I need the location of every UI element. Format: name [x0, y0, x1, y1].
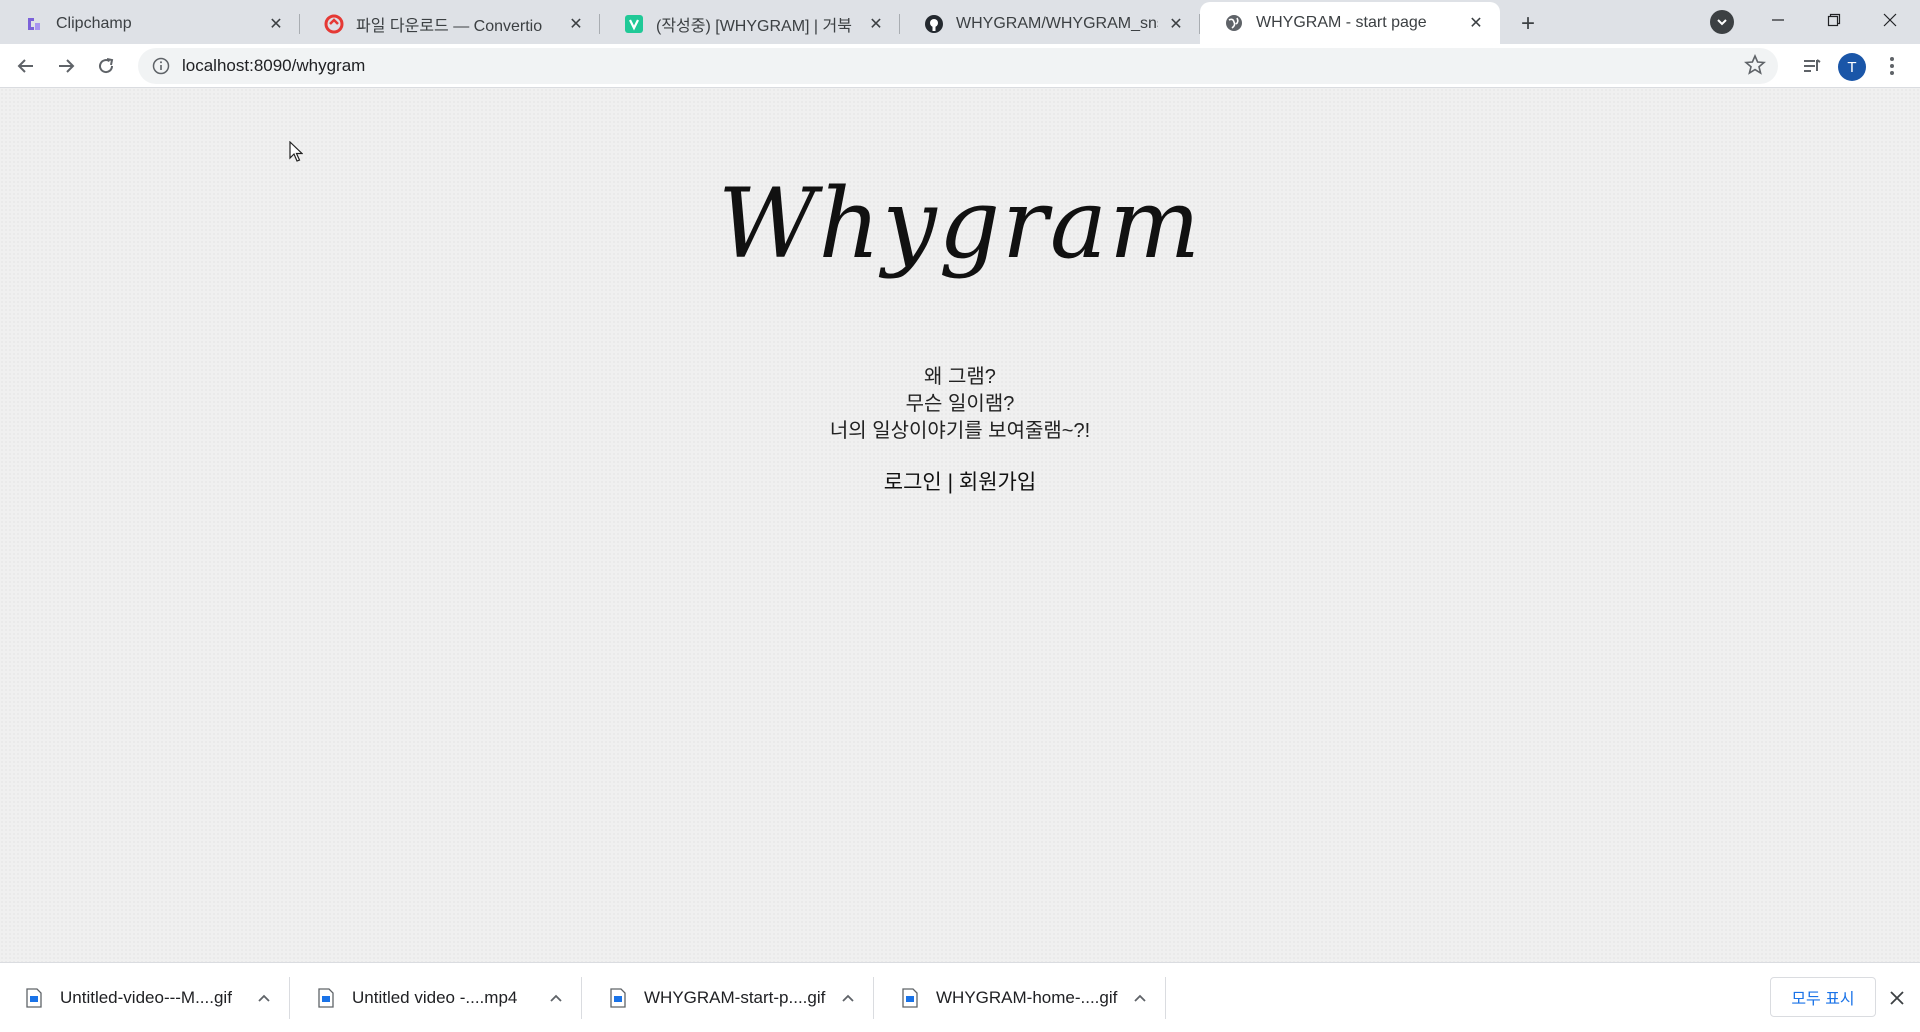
arrow-right-icon	[59, 59, 75, 73]
playlist-icon	[1804, 59, 1821, 72]
close-tab-icon[interactable]: ✕	[566, 14, 586, 34]
back-button[interactable]	[10, 50, 42, 82]
info-icon[interactable]	[152, 57, 170, 75]
signup-link[interactable]: 회원가입	[959, 471, 1036, 494]
file-icon	[26, 988, 42, 1008]
convertio-icon	[324, 14, 344, 34]
forward-button[interactable]	[50, 50, 82, 82]
tab-title: (작성중) [WHYGRAM] | 거북	[656, 18, 852, 35]
restore-icon	[1827, 13, 1841, 27]
download-filename: Untitled video -....mp4	[352, 988, 518, 1007]
restore-button[interactable]	[1806, 0, 1862, 40]
download-shelf: Untitled-video---M....gif Untitled video…	[0, 962, 1920, 1032]
chevron-up-icon[interactable]	[836, 986, 860, 1010]
show-all-downloads-button[interactable]: 모두 표시	[1770, 977, 1876, 1017]
browser-toolbar: localhost:8090/whygram T	[0, 44, 1920, 88]
tab-search-button[interactable]	[1710, 10, 1734, 34]
reload-button[interactable]	[90, 50, 122, 82]
download-item[interactable]: WHYGRAM-start-p....gif	[584, 971, 874, 1025]
close-tab-icon[interactable]: ✕	[266, 14, 286, 34]
download-filename: WHYGRAM-home-....gif	[936, 988, 1118, 1007]
globe-icon	[1224, 13, 1244, 33]
menu-button[interactable]	[1876, 50, 1908, 82]
link-divider: |	[947, 471, 954, 494]
intro-line: 너의 일상이야기를 보여줄램~?!	[829, 420, 1091, 442]
kebab-menu-icon	[1890, 57, 1894, 75]
minimize-button[interactable]	[1750, 0, 1806, 40]
chevron-down-icon	[1717, 19, 1727, 26]
tab-github[interactable]: WHYGRAM/WHYGRAM_sns ✕	[900, 4, 1200, 44]
plus-icon: +	[1520, 10, 1535, 37]
new-tab-button[interactable]: +	[1508, 4, 1548, 44]
intro-line: 왜 그램?	[924, 366, 996, 388]
chevron-up-icon[interactable]	[252, 986, 276, 1010]
minimize-icon	[1772, 19, 1784, 21]
mouse-cursor-icon	[289, 140, 304, 168]
tab-velog[interactable]: (작성중) [WHYGRAM] | 거북 ✕	[600, 4, 900, 44]
intro-text: 왜 그램? 무슨 일이램? 너의 일상이야기를 보여줄램~?!	[0, 364, 1920, 445]
file-icon	[610, 988, 626, 1008]
arrow-left-icon	[17, 59, 33, 73]
velog-icon	[624, 14, 644, 34]
whygram-logo: Whygram	[0, 168, 1920, 280]
close-tab-icon[interactable]: ✕	[1466, 13, 1486, 33]
chevron-up-icon[interactable]	[1128, 986, 1152, 1010]
tab-strip: Clipchamp ✕ 파일 다운로드 — Convertio ✕ (작성중) …	[0, 0, 1920, 44]
chevron-up-icon[interactable]	[544, 986, 568, 1010]
tab-title: 파일 다운로드 — Convertio	[356, 18, 543, 35]
github-icon	[924, 14, 944, 34]
download-item[interactable]: Untitled-video---M....gif	[0, 971, 290, 1025]
download-item[interactable]: Untitled video -....mp4	[292, 971, 582, 1025]
close-icon	[1883, 13, 1897, 27]
tab-whygram-start[interactable]: WHYGRAM - start page ✕	[1200, 2, 1500, 44]
tab-title: WHYGRAM/WHYGRAM_sns	[956, 15, 1158, 32]
clipchamp-icon	[24, 14, 44, 34]
url-text: localhost:8090/whygram	[182, 56, 366, 75]
close-download-shelf-button[interactable]	[1884, 985, 1910, 1011]
file-icon	[318, 988, 334, 1008]
tab-title: Clipchamp	[56, 15, 132, 32]
close-tab-icon[interactable]: ✕	[866, 14, 886, 34]
close-icon	[1890, 991, 1904, 1005]
page-content: Whygram 왜 그램? 무슨 일이램? 너의 일상이야기를 보여줄램~?! …	[0, 88, 1920, 962]
bookmark-star-icon[interactable]	[1744, 53, 1766, 81]
reload-icon	[99, 58, 114, 74]
download-filename: WHYGRAM-start-p....gif	[644, 988, 826, 1007]
tab-convertio[interactable]: 파일 다운로드 — Convertio ✕	[300, 4, 600, 44]
profile-avatar[interactable]: T	[1838, 53, 1866, 81]
logo-text: Whygram	[717, 168, 1203, 280]
close-window-button[interactable]	[1862, 0, 1918, 40]
tab-title: WHYGRAM - start page	[1256, 14, 1427, 31]
address-bar[interactable]: localhost:8090/whygram	[138, 48, 1778, 84]
auth-links: 로그인 | 회원가입	[0, 466, 1920, 496]
intro-line: 무슨 일이램?	[905, 393, 1015, 415]
download-item[interactable]: WHYGRAM-home-....gif	[876, 971, 1166, 1025]
tab-clipchamp[interactable]: Clipchamp ✕	[0, 4, 300, 44]
close-tab-icon[interactable]: ✕	[1166, 14, 1186, 34]
file-icon	[902, 988, 918, 1008]
download-filename: Untitled-video---M....gif	[60, 988, 232, 1007]
login-link[interactable]: 로그인	[884, 471, 942, 494]
reading-list-button[interactable]	[1796, 50, 1828, 82]
